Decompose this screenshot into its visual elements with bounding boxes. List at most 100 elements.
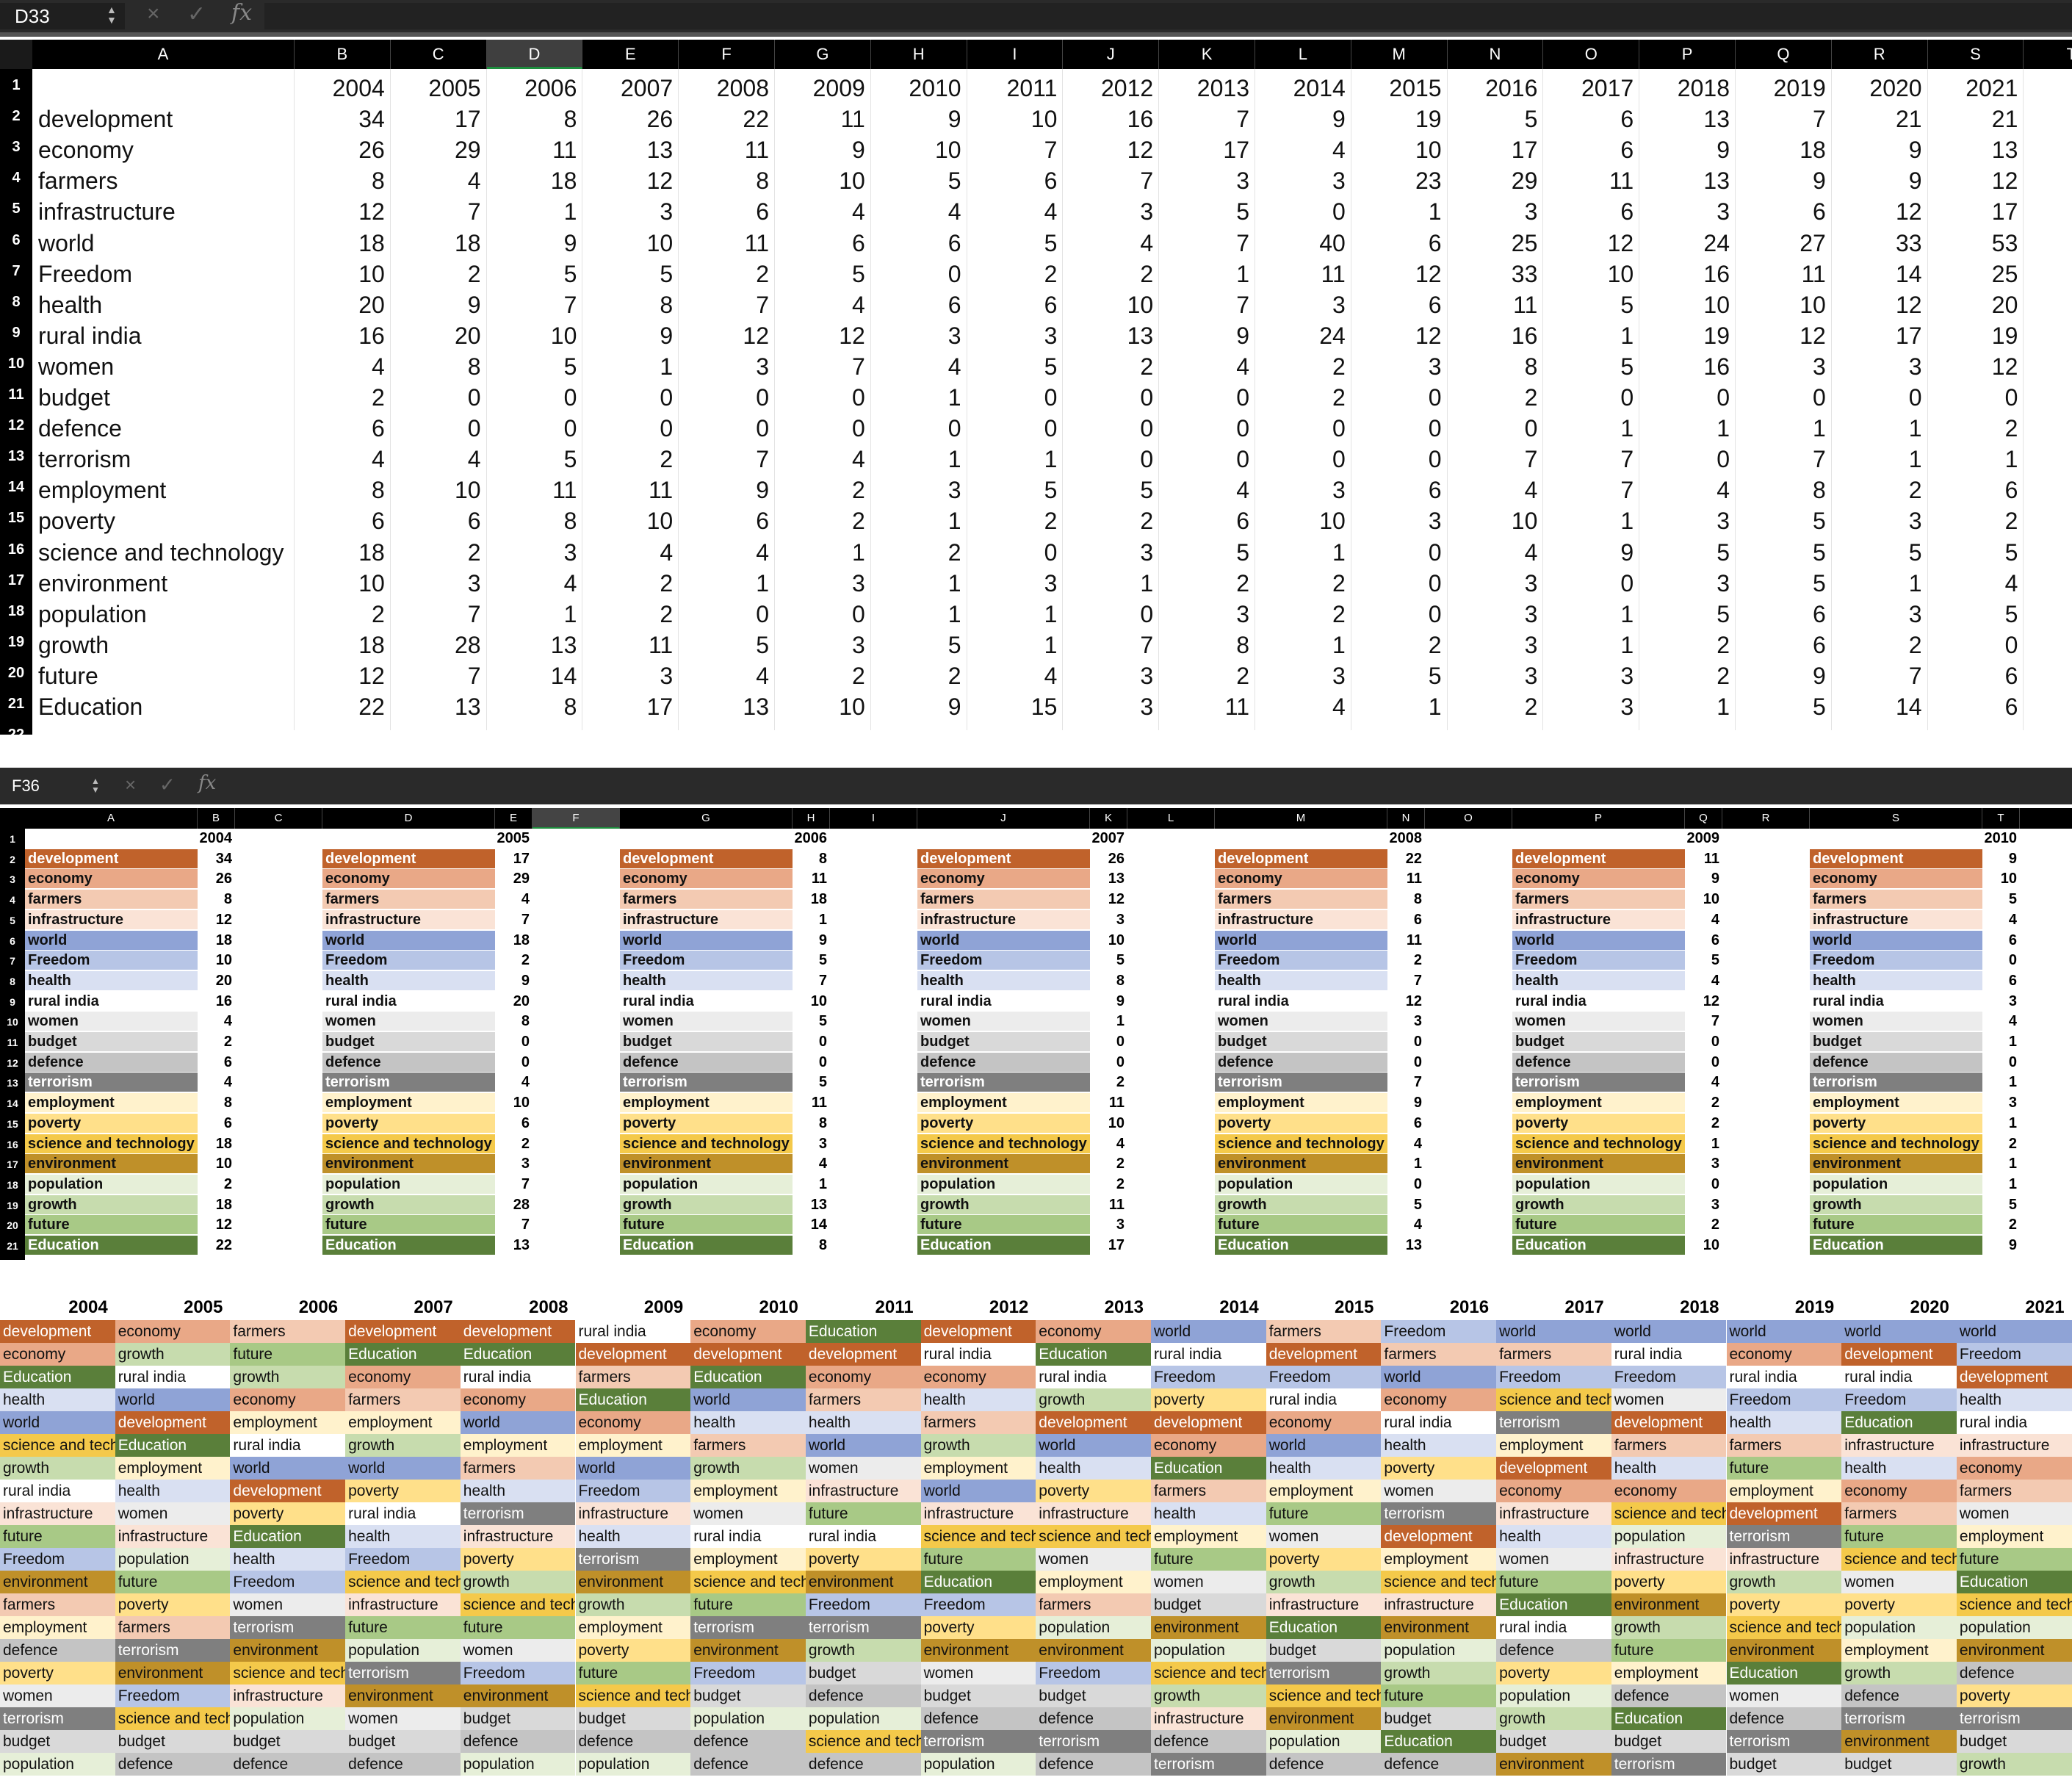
value-cell[interactable]: 20: [1928, 292, 2018, 319]
ranked-topic-cell[interactable]: environment: [1151, 1616, 1266, 1639]
ranked-topic-cell[interactable]: Freedom: [575, 1480, 691, 1502]
value-cell[interactable]: 24: [1639, 230, 1730, 257]
value-cell[interactable]: 3: [1982, 992, 2020, 1011]
value-cell[interactable]: 0: [582, 384, 673, 411]
ranked-topic-cell[interactable]: development: [115, 1411, 231, 1434]
value-cell[interactable]: 7: [793, 971, 830, 990]
ranked-topic-cell[interactable]: rural india: [1036, 1366, 1151, 1388]
topic-cell[interactable]: infrastructure: [1512, 909, 1685, 929]
ranked-topic-cell[interactable]: Education: [230, 1525, 346, 1548]
value-cell[interactable]: 2: [775, 477, 865, 504]
value-cell[interactable]: 1: [1543, 323, 1634, 350]
value-cell[interactable]: 12: [1351, 261, 1442, 288]
cancel-icon[interactable]: ×: [125, 774, 136, 796]
topic-cell[interactable]: health: [322, 970, 495, 990]
ranked-topic-cell[interactable]: poverty: [1611, 1571, 1727, 1593]
ranked-topic-cell[interactable]: world: [460, 1411, 576, 1434]
column-header-k[interactable]: K: [1159, 40, 1255, 69]
value-cell[interactable]: 4: [775, 292, 865, 319]
ranked-topic-cell[interactable]: rural india: [460, 1366, 576, 1388]
topic-cell[interactable]: population: [38, 601, 147, 628]
value-cell[interactable]: 0: [967, 539, 1058, 566]
ranked-topic-cell[interactable]: environment: [1036, 1639, 1151, 1662]
ranked-topic-cell[interactable]: women: [115, 1502, 231, 1525]
value-cell[interactable]: 3: [582, 663, 673, 690]
ranked-topic-cell[interactable]: Freedom: [1036, 1662, 1151, 1684]
row-header-2[interactable]: 2: [0, 851, 25, 871]
topic-cell[interactable]: budget: [1512, 1032, 1685, 1051]
ranked-topic-cell[interactable]: growth: [345, 1434, 461, 1457]
value-cell[interactable]: 4: [1448, 539, 1538, 566]
value-cell[interactable]: 0: [1255, 415, 1346, 442]
ranked-topic-cell[interactable]: health: [920, 1388, 1036, 1411]
ranked-topic-cell[interactable]: science and technology: [1611, 1502, 1727, 1525]
ranked-topic-cell[interactable]: environment: [690, 1639, 806, 1662]
value-cell[interactable]: 29: [495, 869, 533, 888]
value-cell[interactable]: 0: [1351, 384, 1442, 411]
topic-cell[interactable]: development: [38, 106, 173, 133]
ranked-topic-cell[interactable]: future: [115, 1571, 231, 1593]
value-cell[interactable]: 1: [487, 198, 577, 226]
topic-cell[interactable]: rural india: [1215, 991, 1387, 1011]
value-cell[interactable]: 0: [1543, 570, 1634, 597]
value-cell[interactable]: 2: [582, 601, 673, 628]
ranked-topic-cell[interactable]: growth: [1496, 1707, 1611, 1730]
ranked-topic-cell[interactable]: employment: [345, 1411, 461, 1434]
value-cell[interactable]: 1: [1832, 570, 1922, 597]
value-cell[interactable]: 0: [1351, 415, 1442, 442]
value-cell[interactable]: 0: [1159, 415, 1249, 442]
value-cell[interactable]: 13: [495, 1236, 533, 1255]
value-cell[interactable]: 6: [295, 508, 385, 535]
ranked-topic-cell[interactable]: women: [1611, 1388, 1727, 1411]
value-cell[interactable]: 8: [495, 1012, 533, 1031]
value-cell[interactable]: 4: [198, 1012, 235, 1031]
ranked-topic-cell[interactable]: budget: [1266, 1639, 1382, 1662]
value-cell[interactable]: 3: [775, 632, 865, 659]
ranked-topic-cell[interactable]: employment: [230, 1411, 346, 1434]
value-cell[interactable]: 12: [295, 198, 385, 226]
value-cell[interactable]: 0: [1928, 632, 2018, 659]
value-cell[interactable]: 18: [295, 632, 385, 659]
ranked-topic-cell[interactable]: future: [1266, 1502, 1382, 1525]
value-cell[interactable]: 5: [487, 446, 577, 473]
value-cell[interactable]: 5: [1832, 539, 1922, 566]
ranked-topic-cell[interactable]: defence: [690, 1730, 806, 1753]
value-cell[interactable]: 3: [1832, 508, 1922, 535]
value-cell[interactable]: 8: [1387, 890, 1425, 909]
ranked-topic-cell[interactable]: science and technology: [920, 1525, 1036, 1548]
row-header-18[interactable]: 18: [0, 1176, 25, 1197]
ranked-topic-cell[interactable]: budget: [345, 1730, 461, 1753]
value-cell[interactable]: 7: [1063, 632, 1153, 659]
value-cell[interactable]: 6: [679, 508, 769, 535]
value-cell[interactable]: 12: [1543, 230, 1634, 257]
ranked-topic-cell[interactable]: science and technology: [1496, 1388, 1611, 1411]
ranked-topic-cell[interactable]: defence: [1036, 1753, 1151, 1776]
value-cell[interactable]: 0: [967, 384, 1058, 411]
value-cell[interactable]: 0: [495, 1032, 533, 1051]
topic-cell[interactable]: rural india: [1512, 991, 1685, 1011]
row-header-19[interactable]: 19: [0, 1197, 25, 1217]
value-cell[interactable]: 2: [1982, 1215, 2020, 1234]
ranked-topic-cell[interactable]: terrorism: [1841, 1707, 1957, 1730]
topic-cell[interactable]: women: [620, 1012, 793, 1031]
value-cell[interactable]: 2: [871, 539, 961, 566]
value-cell[interactable]: 4: [1639, 477, 1730, 504]
value-cell[interactable]: 3: [1736, 353, 1826, 381]
value-cell[interactable]: 1: [1832, 415, 1922, 442]
ranked-topic-cell[interactable]: health: [1956, 1388, 2072, 1411]
topic-cell[interactable]: defence: [1215, 1052, 1387, 1072]
value-cell[interactable]: 9: [1982, 849, 2020, 868]
value-cell[interactable]: 0: [487, 384, 577, 411]
value-cell[interactable]: 6: [1543, 137, 1634, 164]
ranked-topic-cell[interactable]: poverty: [115, 1593, 231, 1616]
value-cell[interactable]: 5: [775, 261, 865, 288]
value-cell[interactable]: 3: [1063, 198, 1153, 226]
ranked-topic-cell[interactable]: environment: [1381, 1616, 1497, 1639]
ranked-topic-cell[interactable]: defence: [0, 1639, 115, 1662]
value-cell[interactable]: 0: [967, 415, 1058, 442]
topic-cell[interactable]: growth: [1810, 1195, 1982, 1214]
value-cell[interactable]: 3: [391, 570, 481, 597]
ranked-topic-cell[interactable]: rural india: [345, 1502, 461, 1525]
topic-cell[interactable]: employment: [322, 1093, 495, 1113]
ranked-topic-cell[interactable]: budget: [1611, 1730, 1727, 1753]
